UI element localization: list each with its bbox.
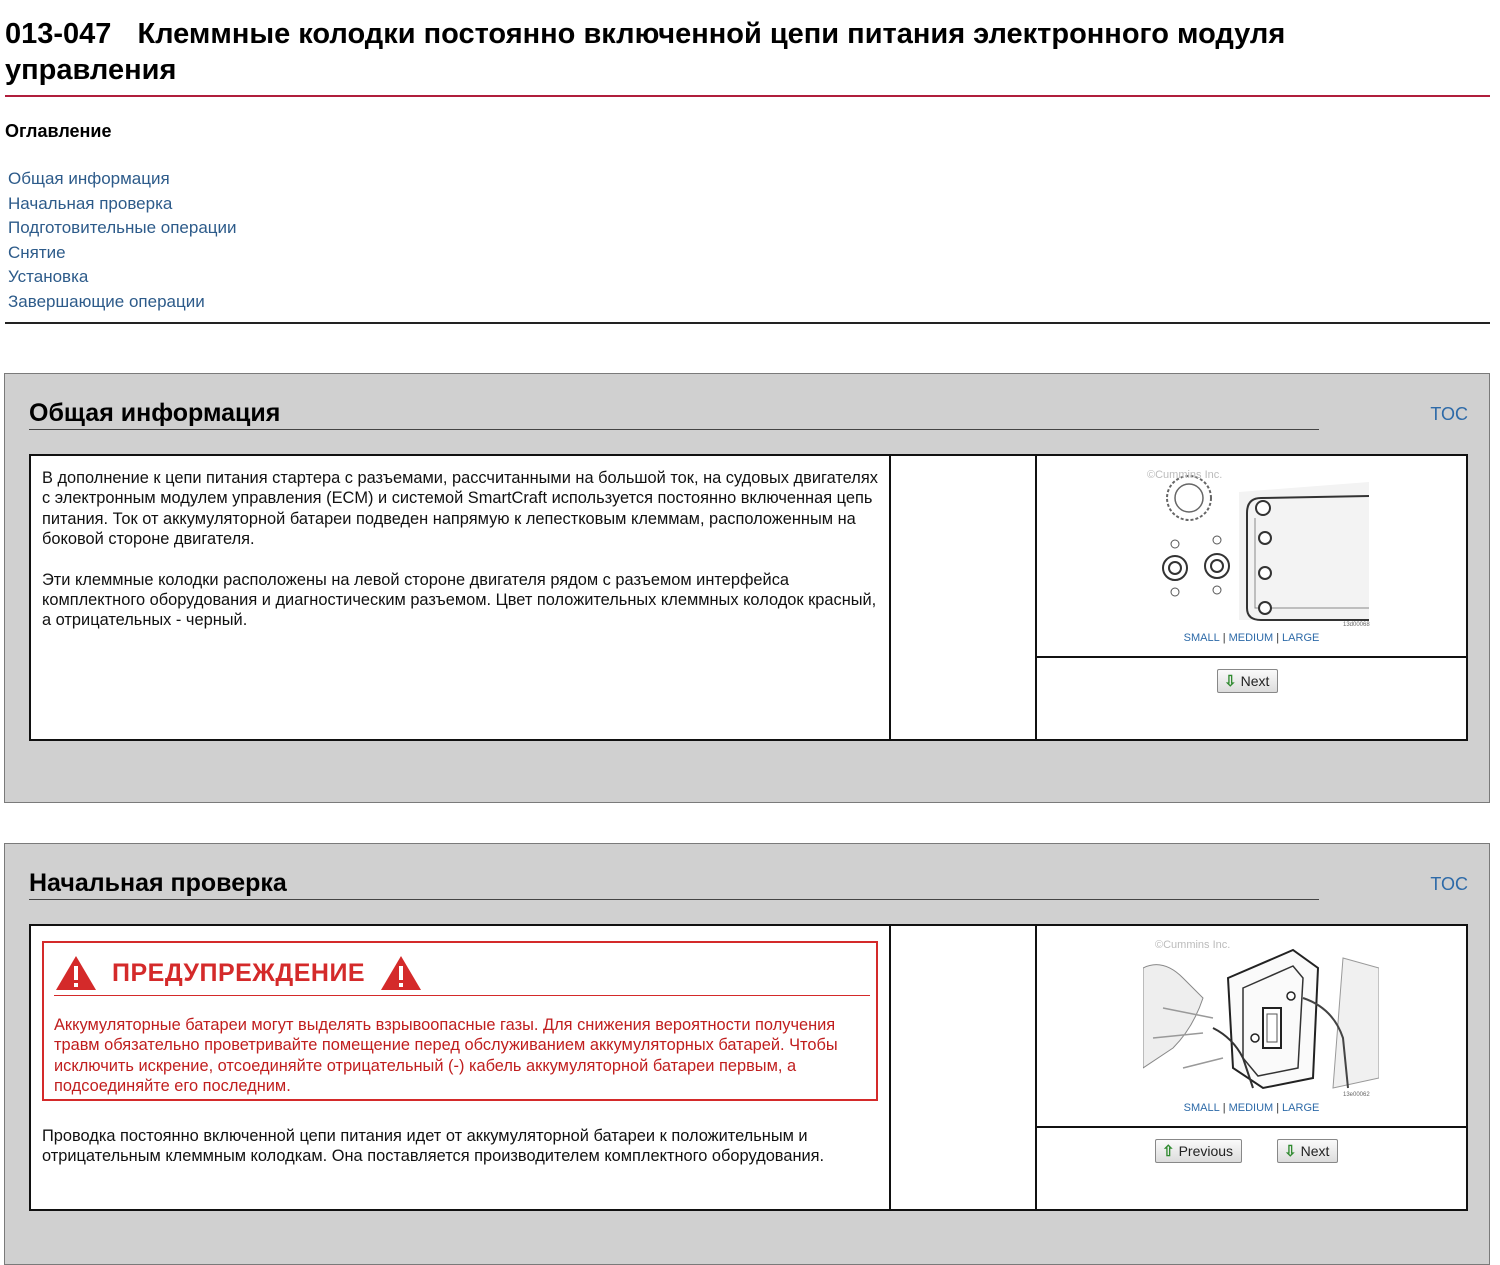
previous-button[interactable]: ⇧ Previous xyxy=(1155,1139,1243,1163)
toc-list: Общая информация Начальная проверка Подг… xyxy=(8,167,237,315)
figure-watermark: ©Cummins Inc. xyxy=(1155,939,1230,951)
section-general-info: Общая информация TOC В дополнение к цепи… xyxy=(4,373,1490,803)
toc-item: Снятие xyxy=(8,241,237,266)
figure-watermark: ©Cummins Inc. xyxy=(1147,469,1222,481)
toc-heading: Оглавление xyxy=(5,121,112,141)
toc-item: Подготовительные операции xyxy=(8,216,237,241)
size-small-link[interactable]: SMALL xyxy=(1184,1102,1220,1114)
engine-harness-figure[interactable]: ©Cummins Inc. 13e00062 xyxy=(1143,938,1379,1098)
toc-link-installation[interactable]: Установка xyxy=(8,267,88,286)
warning-title: ПРЕДУПРЕЖДЕНИЕ xyxy=(112,958,366,987)
arrow-down-icon: ⇩ xyxy=(1284,1143,1297,1160)
size-medium-link[interactable]: MEDIUM xyxy=(1229,632,1274,644)
figure-id: 13e00062 xyxy=(1343,1092,1370,1098)
empty-column xyxy=(893,926,1037,1209)
figure-cell: ©Cummins Inc. 13d00068 SMALL | MEDIUM | LARG… xyxy=(1037,456,1466,658)
section-title: Общая информация xyxy=(29,399,281,427)
section-initial-check: Начальная проверка TOC ПРЕДУПРЕЖДЕНИЕ Ак… xyxy=(4,843,1490,1265)
warning-triangle-icon xyxy=(56,956,96,990)
figure-cell: ©Cummins Inc. 13e00062 SMALL | MEDIUM | LARG… xyxy=(1037,926,1466,1128)
document-code: 013-047 xyxy=(5,18,112,50)
toc-link-removal[interactable]: Снятие xyxy=(8,243,66,262)
figure-id: 13d00068 xyxy=(1343,622,1370,628)
toc-divider xyxy=(5,322,1490,324)
terminal-block-figure[interactable]: ©Cummins Inc. 13d00068 xyxy=(1143,468,1379,628)
warning-box: ПРЕДУПРЕЖДЕНИЕ Аккумуляторные батареи мо… xyxy=(42,941,878,1101)
toc-link-initial-check[interactable]: Начальная проверка xyxy=(8,194,172,213)
size-medium-link[interactable]: MEDIUM xyxy=(1229,1102,1274,1114)
text-column: ПРЕДУПРЕЖДЕНИЕ Аккумуляторные батареи мо… xyxy=(31,926,891,1209)
section-title: Начальная проверка xyxy=(29,869,287,897)
warning-header: ПРЕДУПРЕЖДЕНИЕ xyxy=(54,951,870,996)
empty-column xyxy=(893,456,1037,739)
title-divider xyxy=(5,95,1490,97)
toc-link-preparatory[interactable]: Подготовительные операции xyxy=(8,218,237,237)
toc-return-link[interactable]: TOC xyxy=(1430,404,1468,425)
toc-item: Установка xyxy=(8,265,237,290)
media-column: ©Cummins Inc. 13d00068 SMALL | MEDIUM | LARG… xyxy=(1037,456,1466,739)
image-size-links: SMALL | MEDIUM | LARGE xyxy=(1183,1102,1320,1114)
section-divider xyxy=(29,429,1319,430)
size-small-link[interactable]: SMALL xyxy=(1184,632,1220,644)
document-title: Клеммные колодки постоянно включенной це… xyxy=(5,18,1286,86)
toc-link-finishing[interactable]: Завершающие операции xyxy=(8,292,205,311)
toc-item: Завершающие операции xyxy=(8,290,237,315)
warning-triangle-icon xyxy=(381,956,422,990)
toc-item: Общая информация xyxy=(8,167,237,192)
arrow-up-icon: ⇧ xyxy=(1162,1143,1175,1160)
section-divider xyxy=(29,899,1319,900)
size-large-link[interactable]: LARGE xyxy=(1282,632,1319,644)
paragraph: Эти клеммные колодки расположены на лево… xyxy=(42,570,877,630)
next-button[interactable]: ⇩ Next xyxy=(1277,1139,1339,1163)
warning-text: Аккумуляторные батареи могут выделять вз… xyxy=(54,1016,838,1096)
paragraph: В дополнение к цепи питания стартера с р… xyxy=(42,469,878,549)
toc-return-link[interactable]: TOC xyxy=(1430,874,1468,895)
page-title: 013-047 Клеммные колодки постоянно включе… xyxy=(5,16,1445,88)
media-column: ©Cummins Inc. 13e00062 SMALL | MEDIUM | LARG… xyxy=(1037,926,1466,1209)
size-large-link[interactable]: LARGE xyxy=(1282,1102,1319,1114)
content-table: В дополнение к цепи питания стартера с р… xyxy=(29,454,1468,741)
image-size-links: SMALL | MEDIUM | LARGE xyxy=(1183,632,1320,644)
toc-item: Начальная проверка xyxy=(8,192,237,217)
content-table: ПРЕДУПРЕЖДЕНИЕ Аккумуляторные батареи мо… xyxy=(29,924,1468,1211)
arrow-down-icon: ⇩ xyxy=(1224,673,1237,690)
paragraph: Проводка постоянно включенной цепи питан… xyxy=(42,1127,825,1166)
toc-link-general[interactable]: Общая информация xyxy=(8,169,170,188)
next-button[interactable]: ⇩ Next xyxy=(1217,669,1279,693)
text-column: В дополнение к цепи питания стартера с р… xyxy=(31,456,891,739)
